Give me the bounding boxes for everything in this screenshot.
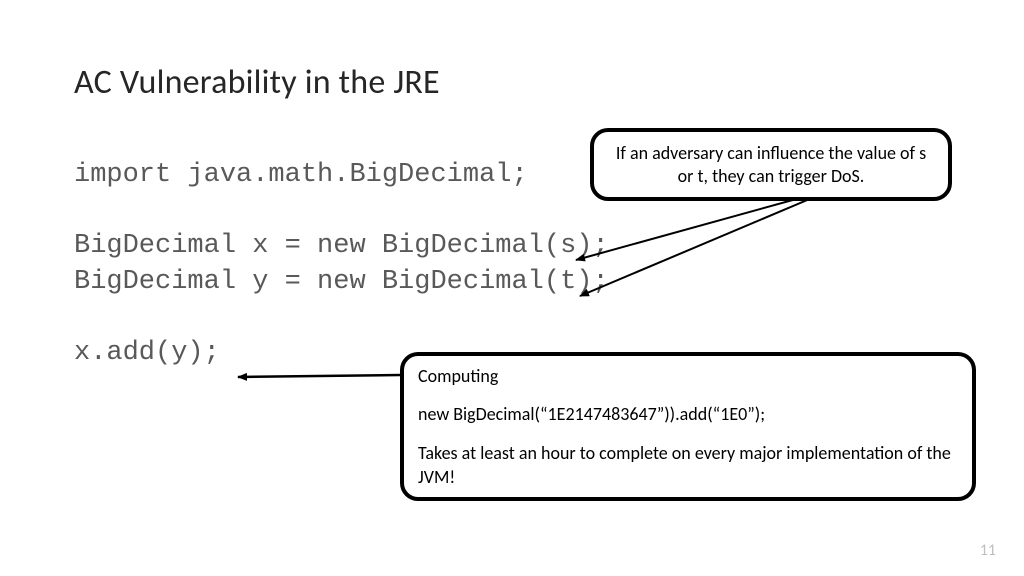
callout-line-3: Takes at least an hour to complete on ev… [418, 441, 958, 490]
arrow-to-t [580, 198, 812, 296]
callout-computing: Computing new BigDecimal(“1E2147483647”)… [400, 352, 976, 501]
slide-title: AC Vulnerability in the JRE [74, 62, 440, 103]
callout-line-2: new BigDecimal(“1E2147483647”)).add(“1E0… [418, 402, 958, 426]
page-number: 11 [980, 541, 996, 560]
arrow-to-s [576, 198, 800, 260]
arrow-to-add [238, 375, 400, 377]
callout-line-1: Computing [418, 364, 958, 388]
callout-adversary: If an adversary can influence the value … [590, 128, 952, 201]
slide: AC Vulnerability in the JRE import java.… [0, 0, 1024, 576]
code-block: import java.math.BigDecimal; BigDecimal … [74, 158, 609, 372]
